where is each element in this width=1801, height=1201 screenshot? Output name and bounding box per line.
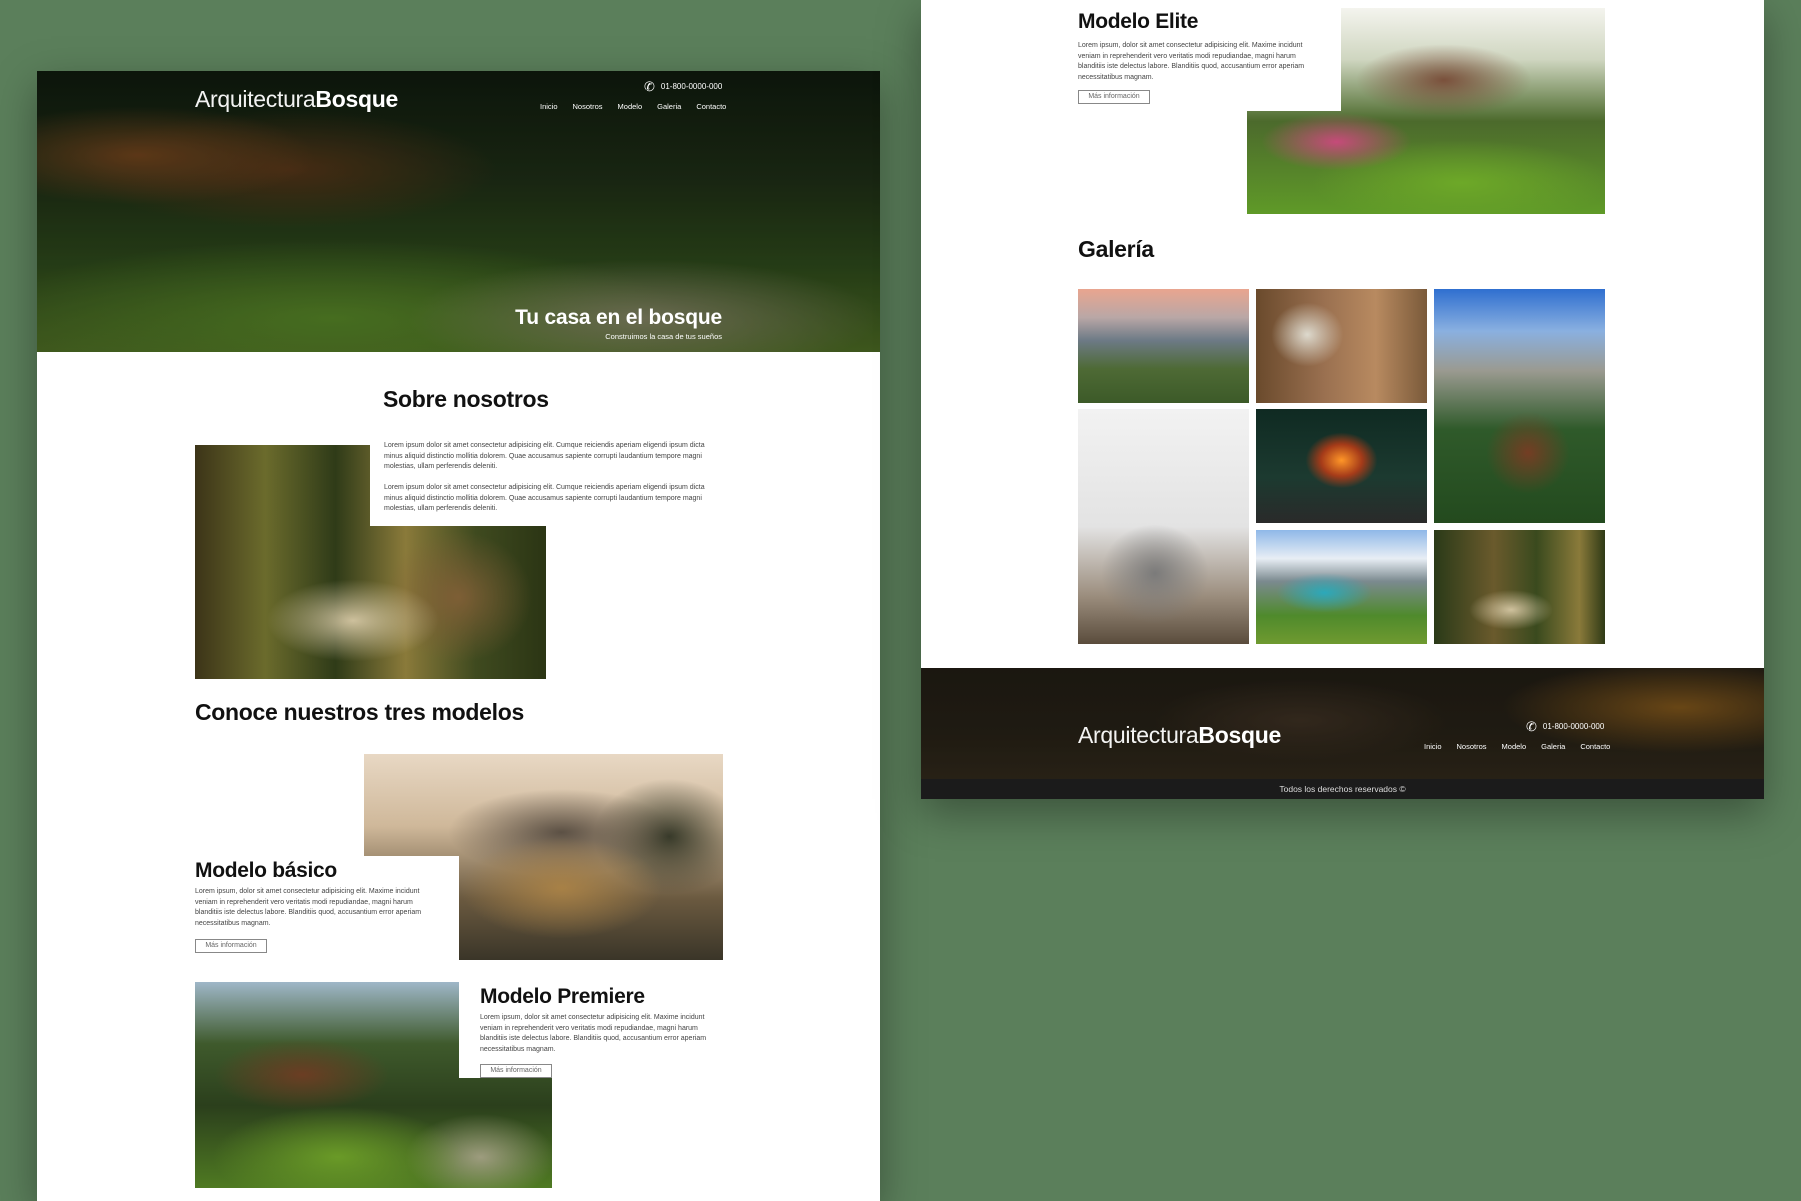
gallery-image-forest-cabin[interactable] — [1434, 289, 1605, 523]
footer-nav-item-galeria[interactable]: Galeria — [1541, 742, 1565, 751]
footer-brand-name-bold: Bosque — [1198, 722, 1281, 748]
model-elite-text: Lorem ipsum, dolor sit amet consectetur … — [1078, 42, 1305, 81]
main-nav: Inicio Nosotros Modelo Galeria Contacto — [540, 102, 726, 111]
footer-phone[interactable]: ✆ 01-800-0000-000 — [1526, 720, 1604, 733]
about-paragraph-2: Lorem ipsum dolor sit amet consectetur a… — [384, 484, 705, 512]
gallery-image-living-room[interactable] — [1078, 409, 1249, 644]
footer-nav-item-nosotros[interactable]: Nosotros — [1457, 742, 1487, 751]
model-basic-title: Modelo básico — [195, 859, 337, 882]
nav-item-nosotros[interactable]: Nosotros — [573, 102, 603, 111]
footer-nav-item-modelo[interactable]: Modelo — [1502, 742, 1527, 751]
footer-nav: Inicio Nosotros Modelo Galeria Contacto — [1424, 742, 1610, 751]
footer-phone-number: 01-800-0000-000 — [1542, 722, 1605, 731]
models-title: Conoce nuestros tres modelos — [195, 699, 525, 725]
model-premiere-title: Modelo Premiere — [480, 985, 645, 1008]
gallery-image-mountain-cabin[interactable] — [1078, 289, 1249, 403]
model-premiere-text: Lorem ipsum, dolor sit amet consectetur … — [480, 1014, 707, 1053]
phone-icon: ✆ — [1526, 719, 1537, 734]
page-preview-left: ArquitecturaBosque ✆ 01-800-0000-000 Ini… — [37, 71, 880, 1201]
about-paragraph-1: Lorem ipsum dolor sit amet consectetur a… — [384, 442, 705, 470]
phone-icon: ✆ — [644, 79, 655, 94]
nav-item-inicio[interactable]: Inicio — [540, 102, 558, 111]
gallery-image-hammock[interactable] — [1434, 530, 1605, 644]
model-premiere-more-button[interactable]: Más información — [480, 1064, 552, 1078]
model-elite-title: Modelo Elite — [1078, 10, 1199, 33]
hero-overlay — [37, 71, 880, 352]
phone-number: 01-800-0000-000 — [660, 82, 723, 91]
nav-item-contacto[interactable]: Contacto — [696, 102, 726, 111]
gallery-image-lake[interactable] — [1256, 530, 1427, 644]
about-title: Sobre nosotros — [383, 386, 549, 412]
brand-logo[interactable]: ArquitecturaBosque — [195, 86, 398, 113]
nav-item-galeria[interactable]: Galeria — [657, 102, 681, 111]
brand-name-bold: Bosque — [315, 86, 398, 112]
footer-brand-logo[interactable]: ArquitecturaBosque — [1078, 722, 1281, 749]
hero-title: Tu casa en el bosque — [515, 306, 722, 329]
header-phone[interactable]: ✆ 01-800-0000-000 — [644, 80, 722, 93]
model-basic-text: Lorem ipsum, dolor sit amet consectetur … — [195, 888, 422, 927]
footer-nav-item-contacto[interactable]: Contacto — [1580, 742, 1610, 751]
model-elite-more-button[interactable]: Más información — [1078, 90, 1150, 104]
gallery-title: Galería — [1078, 236, 1154, 262]
hero-subtitle: Construimos la casa de tus sueños — [605, 332, 722, 341]
footer-nav-item-inicio[interactable]: Inicio — [1424, 742, 1442, 751]
model-basic-more-button[interactable]: Más información — [195, 939, 267, 953]
hero-banner: ArquitecturaBosque ✆ 01-800-0000-000 Ini… — [37, 71, 880, 352]
page-preview-right: Modelo Elite Lorem ipsum, dolor sit amet… — [921, 0, 1764, 799]
gallery-image-interior[interactable] — [1256, 289, 1427, 403]
gallery-image-fire-pit[interactable] — [1256, 409, 1427, 523]
footer-copyright: Todos los derechos reservados © — [921, 779, 1764, 799]
footer-brand-name-light: Arquitectura — [1078, 722, 1199, 748]
brand-name-light: Arquitectura — [195, 86, 316, 112]
site-footer: ArquitecturaBosque ✆ 01-800-0000-000 Ini… — [921, 668, 1764, 799]
nav-item-modelo[interactable]: Modelo — [618, 102, 643, 111]
